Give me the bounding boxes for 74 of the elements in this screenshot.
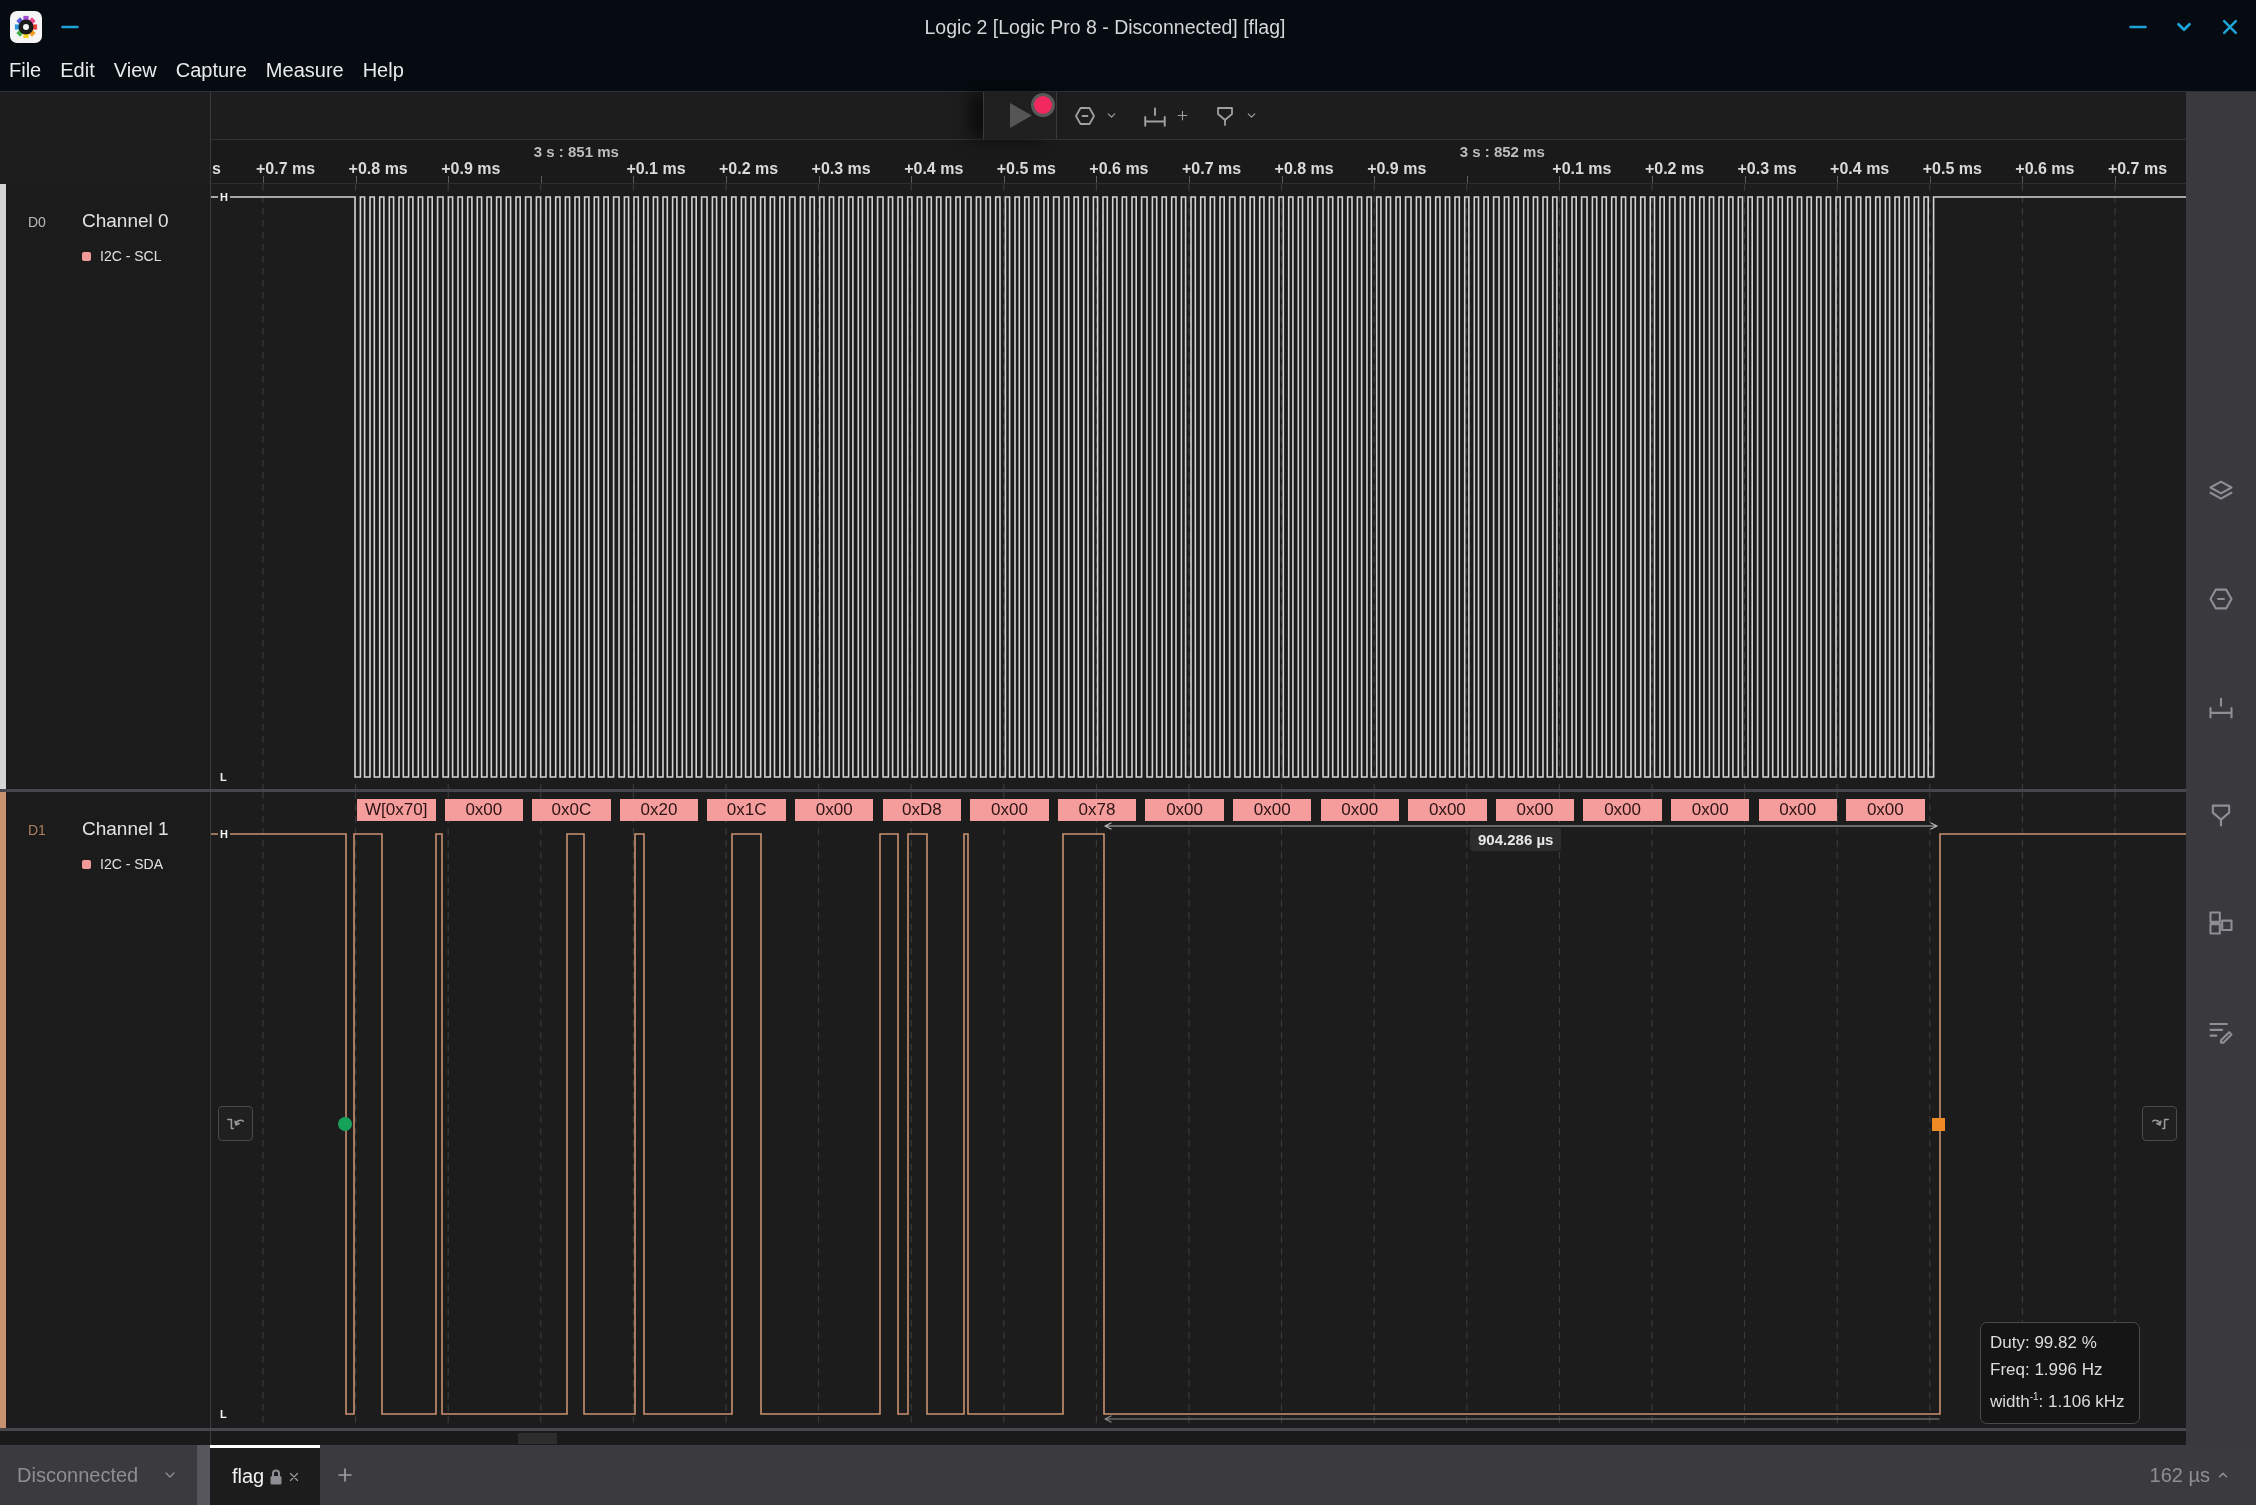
decoded-frame: 0x20	[619, 799, 699, 821]
time-tick-label: +0.5 ms	[1922, 160, 1982, 177]
record-dot-icon	[1031, 93, 1055, 117]
time-tick-label: +0.2 ms	[1644, 160, 1705, 177]
time-tick-label: +0.7 ms	[1181, 160, 1242, 177]
decoded-frame: 0x00	[1670, 799, 1750, 821]
decoded-frame: 0x1C	[707, 799, 786, 821]
time-tick-label: +0.3 ms	[1737, 160, 1797, 177]
time-tick-label: +0.1 ms	[626, 160, 686, 177]
decoded-frame: 0x00	[794, 799, 874, 821]
jump-forward-button[interactable]	[2142, 1106, 2177, 1141]
decoded-frame: 0x00	[970, 799, 1049, 821]
menu-item[interactable]: Measure	[265, 59, 344, 82]
time-major-label: 3 s : 851 ms	[533, 143, 619, 160]
time-tick-label: +0.9 ms	[441, 160, 501, 177]
level-marker: H	[218, 191, 230, 204]
decoded-frame: 0x00	[1232, 799, 1312, 821]
tooltip-line: Freq: 1.996 Hz	[1990, 1359, 2104, 1381]
play-icon	[1010, 103, 1032, 128]
menu-item[interactable]: Edit	[60, 59, 95, 82]
decoded-frame: W[0x70]	[357, 799, 436, 821]
channel-name[interactable]: Channel 1	[82, 818, 169, 840]
decoded-frame: 0x00	[1846, 799, 1925, 821]
time-major-label: 3 s : 852 ms	[1459, 143, 1545, 160]
decoded-frame: 0xD8	[882, 799, 962, 821]
level-marker: L	[218, 771, 229, 784]
time-tick-label: +0.5 ms	[996, 160, 1056, 177]
tooltip-line: Duty: 99.82 %	[1990, 1332, 2098, 1354]
time-tick-label: +0.6 ms	[2015, 160, 2075, 177]
time-tick-label: +0.7 ms	[256, 160, 316, 177]
time-tick-label: +0.8 ms	[348, 160, 408, 177]
cursor-dot-icon[interactable]	[338, 1117, 352, 1131]
menu-item[interactable]: Capture	[175, 59, 247, 82]
plus-icon	[1176, 109, 1189, 122]
decoded-frame: 0x00	[1758, 799, 1837, 821]
grid-icon[interactable]	[2207, 909, 2235, 937]
measurement-label: 904.286 µs	[1470, 828, 1562, 851]
decoded-frame: 0x00	[1583, 799, 1662, 821]
capture-tab[interactable]: flag	[210, 1445, 320, 1505]
time-tick-label: +0.4 ms	[904, 160, 964, 177]
time-tick-label: +0.9 ms	[1367, 160, 1427, 177]
decoded-frame: 0x78	[1057, 799, 1137, 821]
app-logo-icon	[10, 11, 42, 43]
decoded-frame: 0x00	[1495, 799, 1575, 821]
menu-item[interactable]: View	[113, 59, 157, 82]
time-tick-label: +0.6 ms	[1089, 160, 1149, 177]
time-tick-label: +0.1 ms	[1552, 160, 1612, 177]
close-icon[interactable]	[288, 1470, 301, 1483]
time-tick-label: +0.8 ms	[1274, 160, 1334, 177]
channel-name[interactable]: Channel 0	[82, 210, 169, 232]
tooltip-line: width$^{-1}$: 1.106 kHz	[1990, 1390, 2126, 1413]
menu-item[interactable]: File	[9, 59, 42, 82]
channel-id: D1	[28, 822, 47, 838]
level-marker: L	[218, 1408, 229, 1421]
jump-back-button[interactable]	[218, 1106, 253, 1141]
analyzer-label: I2C - SDA	[100, 855, 163, 873]
scrollbar-thumb[interactable]	[518, 1432, 557, 1444]
time-tick-label: +0.7 ms	[2107, 160, 2168, 177]
decoded-frame: 0x00	[1408, 799, 1487, 821]
plus-icon	[336, 1466, 354, 1484]
time-tick-label: +0.3 ms	[811, 160, 871, 177]
time-tick-label: +0.2 ms	[718, 160, 779, 177]
channel-id: D0	[28, 214, 47, 230]
analyzer-label: I2C - SCL	[100, 247, 162, 265]
time-tick-label: s	[211, 160, 221, 177]
level-marker: H	[218, 828, 230, 841]
menu-item[interactable]: Help	[362, 59, 404, 82]
play-button[interactable]	[983, 92, 1057, 139]
decoded-frame: 0x00	[1320, 799, 1400, 821]
decoded-frame: 0x00	[1145, 799, 1224, 821]
window-title: Logic 2 [Logic Pro 8 - Disconnected] [flag]	[924, 15, 1286, 39]
time-tick-label: +0.4 ms	[1830, 160, 1890, 177]
decoded-frame: 0x0C	[532, 799, 611, 821]
decoded-frame: 0x00	[444, 799, 524, 821]
